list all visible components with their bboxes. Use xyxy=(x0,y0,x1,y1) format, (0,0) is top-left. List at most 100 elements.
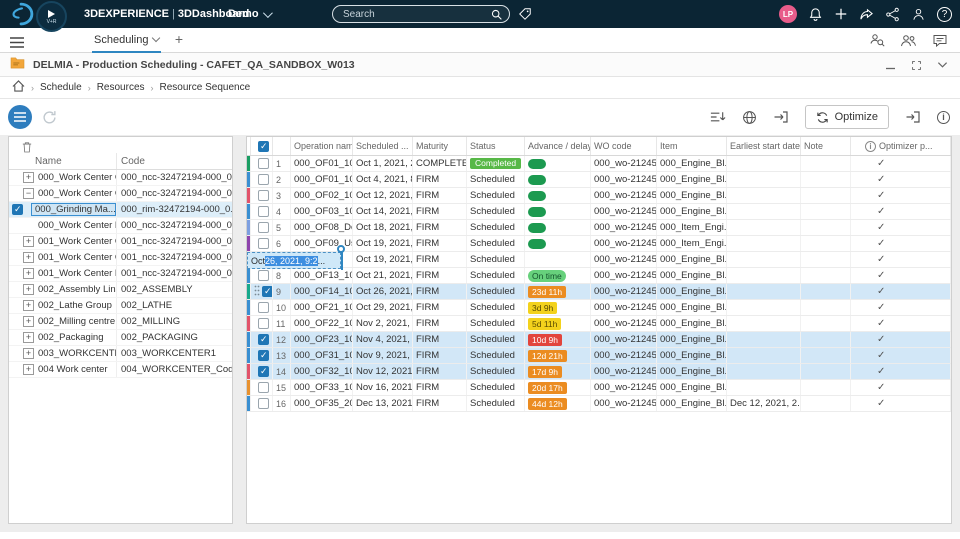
row-checkbox[interactable] xyxy=(258,158,269,169)
row-checkbox[interactable] xyxy=(258,350,269,361)
expand-icon[interactable] xyxy=(911,60,922,71)
search-input[interactable]: Search xyxy=(332,5,510,23)
resource-name[interactable]: 003_WORKCENTER1 xyxy=(38,348,116,359)
table-row[interactable]: 1000_OF01_10_...Oct 1, 2021, 2:0...COMPL… xyxy=(247,156,951,172)
open-panel-icon[interactable] xyxy=(773,110,789,124)
table-row[interactable]: 10000_OF21_10_...Oct 29, 2021, 8:...FIRM… xyxy=(247,300,951,316)
comments-icon[interactable] xyxy=(932,33,948,48)
resource-name[interactable]: 001_Work Center Gri... xyxy=(38,252,116,263)
expander-plus-icon[interactable]: + xyxy=(23,348,34,359)
tree-row[interactable]: +002_Assembly Line 002_ASSEMBLY xyxy=(9,282,232,298)
row-checkbox[interactable] xyxy=(258,334,269,345)
resource-name[interactable]: 002_Packaging xyxy=(38,332,104,343)
expander-plus-icon[interactable]: + xyxy=(23,316,34,327)
resource-name[interactable]: 000_Work Center Ce... xyxy=(38,172,116,183)
column-header-wo-code[interactable]: WO code xyxy=(591,137,657,155)
main-menu-button[interactable] xyxy=(8,105,32,129)
network-icon[interactable] xyxy=(885,7,900,22)
optimize-button[interactable]: Optimize xyxy=(804,105,889,129)
sequence-icon[interactable] xyxy=(709,110,726,124)
expander-plus-icon[interactable]: + xyxy=(23,300,34,311)
row-checkbox[interactable] xyxy=(258,206,269,217)
table-row[interactable]: 4000_OF03_10_...Oct 14, 2021, 4:...FIRMS… xyxy=(247,204,951,220)
table-row[interactable]: 6000_OF09_Usa...Oct 19, 2021, 2:...FIRMS… xyxy=(247,236,951,252)
user-avatar[interactable]: LP xyxy=(779,5,797,23)
tree-row[interactable]: +001_Work Center Gri... 001_ncc-32472194-… xyxy=(9,250,232,266)
expander-plus-icon[interactable]: + xyxy=(23,172,34,183)
tree-row[interactable]: 000_Work Center Mach 000_ncc-32472194-000… xyxy=(9,218,232,234)
row-checkbox[interactable] xyxy=(258,190,269,201)
info-icon[interactable] xyxy=(937,110,950,124)
table-row[interactable]: Oct 19, 2021, 7:...FIRMScheduled 000_wo-2… xyxy=(247,252,951,268)
drag-grip-icon[interactable] xyxy=(254,285,260,299)
column-header-item[interactable]: Item xyxy=(657,137,727,155)
tree-row[interactable]: +002_Packaging 002_PACKAGING xyxy=(9,330,232,346)
delete-icon[interactable] xyxy=(22,141,32,153)
row-checkbox[interactable] xyxy=(258,174,269,185)
tag-icon[interactable] xyxy=(518,7,532,26)
tree-row[interactable]: +001_Work Center Mach 001_ncc-32472194-00… xyxy=(9,266,232,282)
breadcrumb-resources[interactable]: Resources xyxy=(97,82,145,93)
expander-plus-icon[interactable]: + xyxy=(23,332,34,343)
table-row[interactable]: 12000_OF23_10_...Nov 4, 2021, 12:...FIRM… xyxy=(247,332,951,348)
row-checkbox[interactable] xyxy=(262,286,272,297)
resource-name[interactable]: 000_Grinding Ma... xyxy=(31,203,116,216)
resource-name[interactable]: 001_Work Center Ce... xyxy=(38,236,116,247)
column-header-operation[interactable]: Operation name xyxy=(291,137,353,155)
info-icon[interactable] xyxy=(865,140,876,152)
resource-name[interactable]: 002_Assembly Line xyxy=(38,284,116,295)
resource-name[interactable]: 001_Work Center Mach xyxy=(38,268,116,279)
row-checkbox[interactable] xyxy=(258,238,269,249)
minimize-icon[interactable] xyxy=(885,60,896,71)
tree-row[interactable]: +004 Work center 004_WORKCENTER_Code xyxy=(9,362,232,378)
table-row[interactable]: 14000_OF32_10_...Nov 12, 2021, 8:...FIRM… xyxy=(247,364,951,380)
import-icon[interactable] xyxy=(905,110,921,124)
column-header-code[interactable]: Code xyxy=(117,153,232,169)
column-header-earliest-start[interactable]: Earliest start date xyxy=(727,137,801,155)
tree-row[interactable]: +003_WORKCENTER1003_WORKCENTER1 xyxy=(9,346,232,362)
breadcrumb-resource-sequence[interactable]: Resource Sequence xyxy=(160,82,251,93)
expander-plus-icon[interactable]: + xyxy=(23,268,34,279)
expander-plus-icon[interactable]: + xyxy=(23,236,34,247)
tree-row[interactable]: +000_Work Center Ce... 000_ncc-32472194-0… xyxy=(9,170,232,186)
row-checkbox[interactable] xyxy=(258,302,269,313)
table-row[interactable]: 2000_OF01_10_...Oct 4, 2021, 8:...FIRMSc… xyxy=(247,172,951,188)
resource-name[interactable]: 000_Work Center Mach xyxy=(38,220,116,231)
menu-icon[interactable] xyxy=(10,35,24,53)
column-header-advance-delay[interactable]: Advance / delay xyxy=(525,137,591,155)
globe-icon[interactable] xyxy=(742,110,757,125)
add-tab-button[interactable]: + xyxy=(170,31,188,47)
expander-plus-icon[interactable]: + xyxy=(23,252,34,263)
resource-name[interactable]: 000_Work Center Gri... xyxy=(38,188,116,199)
column-header-note[interactable]: Note xyxy=(801,137,851,155)
table-row[interactable]: 8000_OF13_10_...Oct 21, 2021, 9:...FIRMS… xyxy=(247,268,951,284)
tree-row[interactable]: +002_Lathe Group 002_LATHE xyxy=(9,298,232,314)
row-checkbox[interactable] xyxy=(258,270,269,281)
column-header-status[interactable]: Status xyxy=(467,137,525,155)
tree-row[interactable]: 000_Grinding Ma... 000_rim-32472194-000_0… xyxy=(9,202,232,218)
table-row[interactable]: 9000_OF14_10_...Oct 26, 2021, 9:...FIRMS… xyxy=(247,284,951,300)
column-header-maturity[interactable]: Maturity xyxy=(413,137,467,155)
add-icon[interactable] xyxy=(834,7,848,21)
notifications-icon[interactable] xyxy=(808,7,823,22)
row-checkbox[interactable] xyxy=(258,222,269,233)
search-icon[interactable] xyxy=(490,8,503,21)
users-icon[interactable] xyxy=(900,33,917,48)
row-checkbox[interactable] xyxy=(258,398,269,409)
table-row[interactable]: 13000_OF31_10_...Nov 9, 2021, 10:...FIRM… xyxy=(247,348,951,364)
table-row[interactable]: 11000_OF22_10_...Nov 2, 2021, 10:...FIRM… xyxy=(247,316,951,332)
tree-row[interactable]: +002_Milling centre 002_MILLING xyxy=(9,314,232,330)
row-checkbox[interactable] xyxy=(258,318,269,329)
row-checkbox[interactable] xyxy=(12,204,23,215)
row-checkbox[interactable] xyxy=(258,382,269,393)
expander-minus-icon[interactable]: − xyxy=(23,188,34,199)
tree-row[interactable]: +001_Work Center Ce... 001_ncc-32472194-0… xyxy=(9,234,232,250)
table-row[interactable]: 16000_OF35_20_...Dec 13, 2021, 8:...FIRM… xyxy=(247,396,951,412)
resource-name[interactable]: 002_Lathe Group xyxy=(38,300,112,311)
refresh-icon[interactable] xyxy=(42,110,57,130)
home-icon[interactable] xyxy=(12,80,25,95)
column-header-name[interactable]: Name xyxy=(9,153,117,169)
share-icon[interactable] xyxy=(859,7,874,22)
help-icon[interactable] xyxy=(937,6,952,22)
column-header-scheduled[interactable]: Scheduled ... xyxy=(353,137,413,155)
